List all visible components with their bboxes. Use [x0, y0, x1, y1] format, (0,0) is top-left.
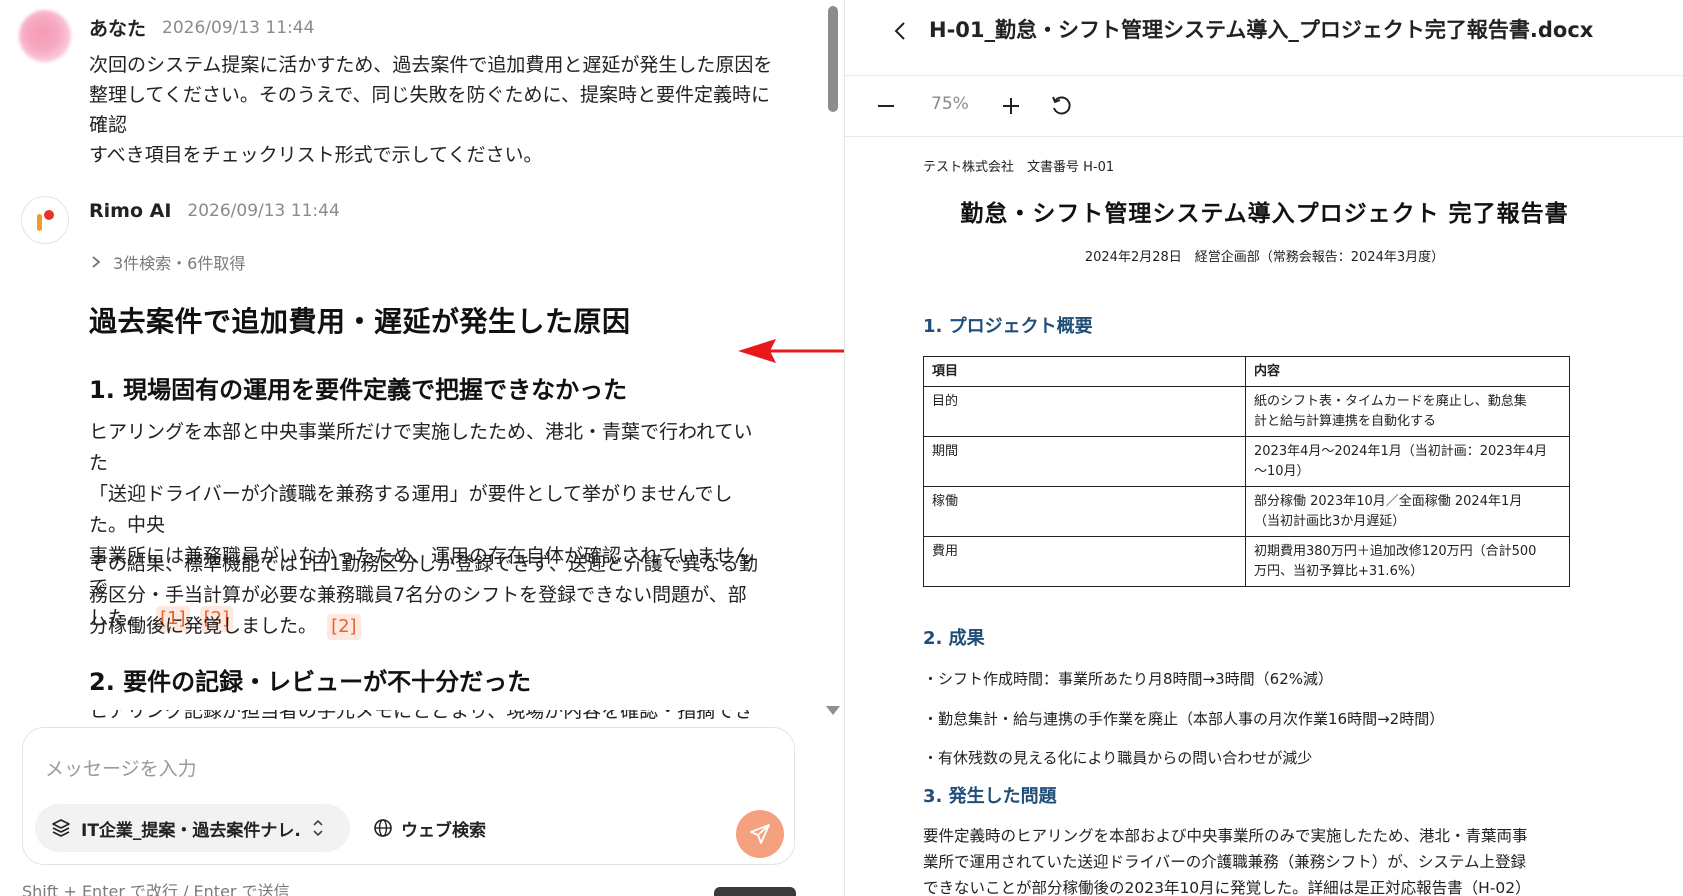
document-date-line: 2024年2月28日 経営企画部（常務会報告：2024年3月度）	[1084, 250, 1445, 265]
document-filename: H-01_勤怠・シフト管理システム導入_プロジェクト完了報告書.docx	[929, 18, 1594, 42]
bottom-tab[interactable]	[714, 887, 796, 896]
table-header-cell: 内容	[1245, 356, 1570, 387]
ai-message-header: Rimo AI 2026/09/13 11:44	[89, 200, 340, 222]
message-composer: メッセージを入力 IT企業_提案・過去案件ナレ... ウェブ検索	[22, 727, 795, 865]
project-overview-table: 項目 内容 目的 紙のシフト表・タイムカードを廃止し、勤怠集 計と給与計算連携を…	[923, 356, 1570, 587]
user-avatar	[19, 10, 71, 62]
knowledge-base-select[interactable]: IT企業_提案・過去案件ナレ...	[35, 804, 350, 852]
reset-zoom-button[interactable]	[1046, 91, 1076, 121]
para-line: その結果、標準機能では1日1勤務区分しか登録できず、送迎と介護で異なる勤	[89, 553, 758, 575]
para-line: 分稼働後に発覚しました。 [2]	[89, 611, 769, 642]
rotate-ccw-icon	[1052, 96, 1071, 115]
tool-summary-label: 3件検索・6件取得	[113, 254, 246, 273]
tool-summary-toggle[interactable]: 3件検索・6件取得	[91, 250, 245, 274]
table-row: 稼働 部分稼働 2023年10月／全面稼働 2024年1月 （当初計画比3か月遅…	[923, 486, 1570, 537]
doc-section-2-heading: 2. 成果	[923, 628, 985, 649]
user-author-name: あなた	[89, 18, 147, 40]
result-bullet: ・シフト作成時間：事業所あたり月8時間→3時間（62%減）	[923, 670, 1333, 688]
chat-message-list[interactable]: あなた 2026/09/13 11:44 次回のシステム提案に活かすため、過去案…	[0, 0, 822, 720]
document-meta: テスト株式会社 文書番号 H-01	[923, 160, 1115, 175]
send-icon	[750, 824, 770, 844]
user-message-text: 次回のシステム提案に活かすため、過去案件で追加費用と遅延が発生した原因を 整理し…	[89, 50, 779, 170]
document-preview-pane: H-01_勤怠・シフト管理システム導入_プロジェクト完了報告書.docx 75%…	[844, 0, 1683, 896]
para-line: ヒアリングを本部と中央事業所だけで実施したため、港北・青葉で行われていた	[89, 421, 753, 474]
table-cell-item: 費用	[923, 536, 1246, 587]
table-cell-item: 稼働	[923, 486, 1246, 537]
user-message-line: 整理してください。そのうえで、同じ失敗を防ぐために、提案時と要件定義時に確認	[89, 84, 770, 136]
para-line: ヒアリング記録が担当者の手元メモにとどまり、現場が内容を確認・指摘できる状	[89, 710, 769, 720]
para-line: できないことが部分稼働後の2023年10月に発覚した。詳細は是正対応報告書（H-…	[923, 879, 1531, 896]
chevron-up-down-icon	[313, 819, 323, 837]
rimo-logo-icon	[37, 210, 54, 231]
table-cell-item: 期間	[923, 436, 1246, 487]
answer-section-2-para-partial: ヒアリング記録が担当者の手元メモにとどまり、現場が内容を確認・指摘できる状	[89, 710, 769, 720]
web-search-label: ウェブ検索	[401, 820, 486, 841]
web-search-toggle[interactable]: ウェブ検索	[373, 804, 486, 852]
table-cell-content: 部分稼働 2023年10月／全面稼働 2024年1月 （当初計画比3か月遅延）	[1245, 486, 1570, 537]
table-cell-content: 2023年4月～2024年1月（当初計画：2023年4月 ～10月）	[1245, 436, 1570, 487]
citation-link[interactable]: [2]	[327, 614, 361, 640]
problem-paragraph: 要件定義時のヒアリングを本部および中央事業所のみで実施したため、港北・青葉両事 …	[923, 823, 1573, 896]
chevron-right-icon	[92, 256, 101, 268]
cell-line: 部分稼働 2023年10月／全面稼働 2024年1月	[1254, 494, 1523, 509]
answer-section-1-heading: 1. 現場固有の運用を要件定義で把握できなかった	[89, 376, 628, 404]
knowledge-base-label: IT企業_提案・過去案件ナレ...	[81, 820, 301, 841]
para-line: 務区分・手当計算が必要な兼務職員7名分のシフトを登録できない問題が、部	[89, 584, 747, 606]
zoom-level: 75%	[931, 94, 969, 114]
table-row: 費用 初期費用380万円＋追加改修120万円（合計500 万円、当初予算比+31…	[923, 536, 1570, 587]
cell-line: 初期費用380万円＋追加改修120万円（合計500	[1254, 544, 1537, 559]
globe-icon	[374, 819, 392, 837]
user-message-line: すべき項目をチェックリスト形式で示してください。	[89, 144, 543, 166]
para-line: 要件定義時のヒアリングを本部および中央事業所のみで実施したため、港北・青葉両事	[923, 827, 1528, 845]
document-page[interactable]: テスト株式会社 文書番号 H-01 勤怠・シフト管理システム導入プロジェクト 完…	[845, 138, 1683, 896]
para-line: 「送迎ドライバーが介護職を兼務する運用」が要件として挙がりませんでした。中央	[89, 483, 733, 536]
document-title: 勤怠・シフト管理システム導入プロジェクト 完了報告書	[960, 201, 1569, 227]
cell-line: 万円、当初予算比+31.6%）	[1254, 564, 1424, 579]
minus-icon	[878, 105, 894, 107]
doc-section-1-heading: 1. プロジェクト概要	[923, 316, 1093, 337]
chat-pane: あなた 2026/09/13 11:44 次回のシステム提案に活かすため、過去案…	[0, 0, 844, 896]
chevron-left-icon	[894, 22, 905, 40]
cell-line: ～10月）	[1254, 464, 1310, 479]
cell-line: （当初計画比3か月遅延）	[1254, 514, 1406, 529]
send-button[interactable]	[736, 810, 784, 858]
ai-avatar	[21, 196, 69, 244]
table-cell-item: 目的	[923, 386, 1246, 437]
layers-icon	[52, 819, 70, 837]
ai-author-name: Rimo AI	[89, 200, 172, 222]
user-message-line: 次回のシステム提案に活かすため、過去案件で追加費用と遅延が発生した原因を	[89, 54, 773, 76]
cell-line: 2023年4月～2024年1月（当初計画：2023年4月	[1254, 444, 1548, 459]
document-titlebar: H-01_勤怠・シフト管理システム導入_プロジェクト完了報告書.docx	[845, 0, 1683, 76]
table-header-row: 項目 内容	[923, 356, 1570, 387]
zoom-in-button[interactable]	[996, 91, 1026, 121]
back-button[interactable]	[885, 16, 915, 46]
message-input[interactable]: メッセージを入力	[45, 754, 197, 781]
table-row: 目的 紙のシフト表・タイムカードを廃止し、勤怠集 計と給与計算連携を自動化する	[923, 386, 1570, 437]
scroll-down-arrow-icon[interactable]	[826, 706, 840, 715]
document-toolbar: 75%	[845, 77, 1683, 137]
zoom-out-button[interactable]	[871, 91, 901, 121]
result-bullet: ・勤怠集計・給与連携の手作業を廃止（本部人事の月次作業16時間→2時間）	[923, 710, 1445, 728]
ai-message-time: 2026/09/13 11:44	[187, 201, 340, 221]
user-message-time: 2026/09/13 11:44	[162, 17, 315, 38]
table-header-cell: 項目	[923, 356, 1246, 387]
answer-section-2-heading: 2. 要件の記録・レビューが不十分だった	[89, 668, 532, 696]
table-cell-content: 初期費用380万円＋追加改修120万円（合計500 万円、当初予算比+31.6%…	[1245, 536, 1570, 587]
plus-icon	[1003, 98, 1019, 114]
para-line: 業所で運用されていた送迎ドライバーの介護職兼務（兼務シフト）が、システム上登録	[923, 853, 1526, 871]
input-hint: Shift + Enter で改行 / Enter で送信	[22, 882, 290, 896]
user-message-header: あなた 2026/09/13 11:44	[89, 14, 314, 41]
answer-section-1-para-2: その結果、標準機能では1日1勤務区分しか登録できず、送迎と介護で異なる勤 務区分…	[89, 549, 769, 642]
cell-line: 紙のシフト表・タイムカードを廃止し、勤怠集	[1254, 394, 1527, 409]
cell-line: 計と給与計算連携を自動化する	[1254, 414, 1437, 429]
table-cell-content: 紙のシフト表・タイムカードを廃止し、勤怠集 計と給与計算連携を自動化する	[1245, 386, 1570, 437]
result-bullet: ・有休残数の見える化により職員からの問い合わせが減少	[923, 749, 1313, 767]
answer-heading: 過去案件で追加費用・遅延が発生した原因	[89, 305, 631, 338]
scrollbar-thumb[interactable]	[828, 6, 838, 112]
para-line-text: 分稼働後に発覚しました。	[89, 615, 318, 637]
table-row: 期間 2023年4月～2024年1月（当初計画：2023年4月 ～10月）	[923, 436, 1570, 487]
doc-section-3-heading: 3. 発生した問題	[923, 786, 1057, 807]
